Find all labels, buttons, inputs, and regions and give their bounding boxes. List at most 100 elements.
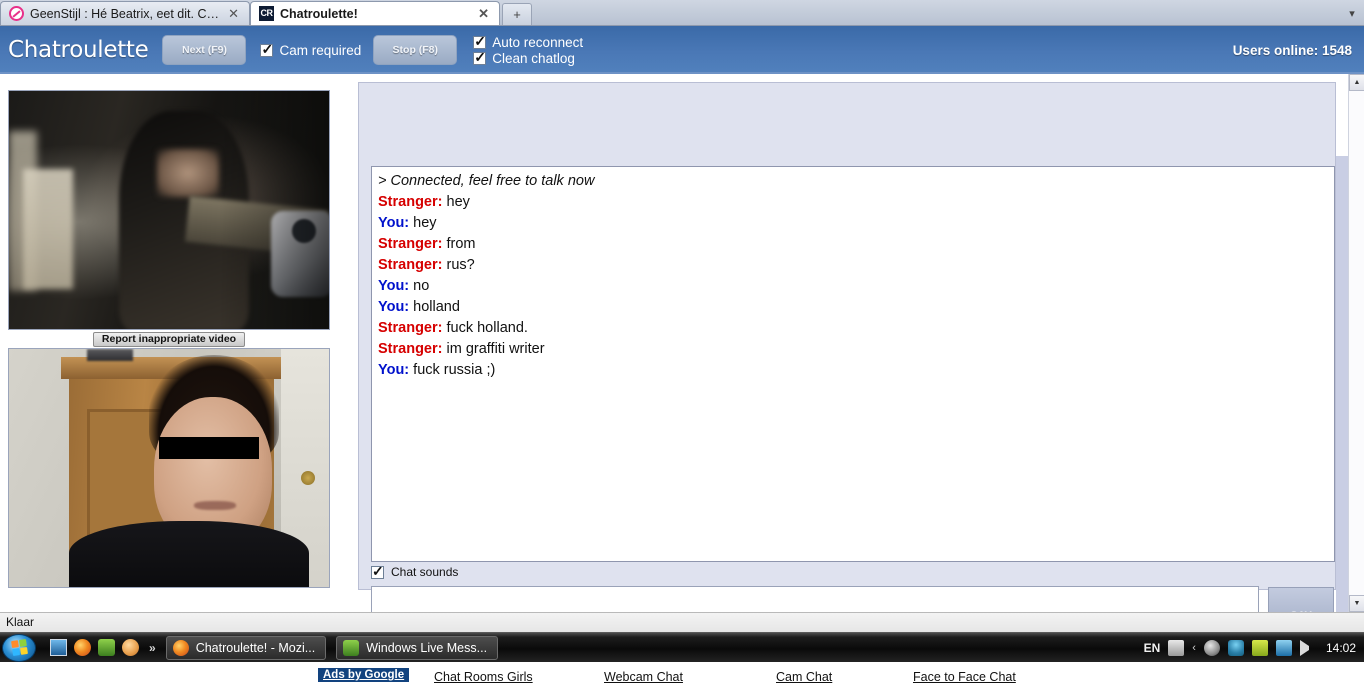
- ad-link-face-to-face-chat[interactable]: Face to Face Chat: [913, 670, 1016, 684]
- stranger-video-vignette: [219, 91, 329, 329]
- scrollbar-track[interactable]: [1349, 91, 1364, 595]
- volume-icon[interactable]: [1299, 639, 1316, 656]
- chat-system-text: > Connected, feel free to talk now: [378, 173, 595, 189]
- chat-author: Stranger:: [378, 236, 443, 252]
- ad-link-webcam-chat[interactable]: Webcam Chat: [604, 670, 683, 684]
- tab-list-menu-button[interactable]: ▾: [1340, 3, 1364, 25]
- windows-live-messenger-icon: [343, 639, 360, 656]
- chat-sounds-label: Chat sounds: [391, 565, 459, 579]
- windows-live-messenger-icon[interactable]: [98, 639, 115, 656]
- system-tray: EN ‹ 14:02: [1144, 639, 1364, 656]
- chat-author: Stranger:: [378, 194, 443, 210]
- panel-gutter: [1336, 156, 1348, 656]
- stranger-video: [8, 90, 330, 330]
- chat-log[interactable]: > Connected, feel free to talk now Stran…: [371, 166, 1335, 562]
- chat-sounds-checkbox[interactable]: Chat sounds: [371, 563, 1335, 581]
- own-webcam-video: [8, 348, 330, 588]
- chat-message: You: fuck russia ;): [378, 360, 1328, 381]
- checkbox-icon[interactable]: [473, 33, 487, 49]
- taskbar-clock[interactable]: 14:02: [1326, 641, 1356, 655]
- taskbar-button-label: Chatroulette! - Mozi...: [195, 640, 316, 655]
- ad-link-cam-chat[interactable]: Cam Chat: [776, 670, 832, 684]
- stranger-video-face: [157, 149, 219, 197]
- keyboard-icon[interactable]: [1168, 639, 1185, 656]
- clean-chatlog-label: Clean chatlog: [492, 50, 575, 66]
- webcam-door-knob: [301, 471, 315, 485]
- chat-author: Stranger:: [378, 257, 443, 273]
- browser-tab-strip: GeenStijl : Hé Beatrix, eet dit. Chatro.…: [0, 0, 1364, 26]
- show-desktop-icon[interactable]: [50, 639, 67, 656]
- windows-taskbar: » Chatroulette! - Mozi... Windows Live M…: [0, 632, 1364, 662]
- checkbox-icon[interactable]: [260, 41, 274, 57]
- stop-button[interactable]: Stop (F8): [373, 35, 458, 65]
- ads-by-google-badge[interactable]: Ads by Google: [318, 668, 410, 682]
- checkbox-icon[interactable]: [473, 49, 487, 65]
- page-content: Report inappropriate video > Connected, …: [0, 74, 1348, 684]
- power-icon[interactable]: [1251, 639, 1268, 656]
- chat-message: > Connected, feel free to talk now: [378, 171, 1328, 192]
- browser-status-bar: Klaar: [0, 612, 1364, 632]
- scroll-up-icon[interactable]: ▲: [1349, 74, 1364, 91]
- censor-bar: [159, 437, 259, 459]
- chat-text: hey: [446, 194, 470, 210]
- chat-author: You:: [378, 299, 410, 315]
- report-inappropriate-video-button[interactable]: Report inappropriate video: [92, 331, 246, 347]
- taskbar-button-firefox[interactable]: Chatroulette! - Mozi...: [165, 635, 327, 660]
- header-options-group: Auto reconnect Clean chatlog: [473, 33, 583, 66]
- stranger-video-window: [23, 169, 73, 289]
- chatroulette-icon: CR: [259, 6, 274, 21]
- chat-message: You: holland: [378, 297, 1328, 318]
- windows-logo-icon: [10, 639, 28, 656]
- browser-tab-geenstijl[interactable]: GeenStijl : Hé Beatrix, eet dit. Chatro.…: [0, 1, 250, 25]
- chat-message: Stranger: hey: [378, 192, 1328, 213]
- chat-message: Stranger: rus?: [378, 255, 1328, 276]
- browser-scrollbar[interactable]: ▲ ▼: [1348, 74, 1364, 612]
- browser-tab-chatroulette[interactable]: CR Chatroulette! ✕: [250, 1, 500, 25]
- firefox-icon[interactable]: [74, 639, 91, 656]
- show-hidden-icons-arrow[interactable]: ‹: [1192, 642, 1196, 654]
- chat-text: hey: [413, 215, 437, 231]
- messenger-contact-icon[interactable]: [1227, 639, 1244, 656]
- next-button[interactable]: Next (F9): [162, 35, 247, 65]
- quick-launch-bar: »: [50, 639, 156, 656]
- chatroulette-header: Chatroulette Next (F9) Cam required Stop…: [0, 26, 1364, 74]
- chat-author: You:: [378, 278, 410, 294]
- chat-text: holland: [413, 299, 460, 315]
- close-icon[interactable]: ✕: [476, 7, 491, 20]
- chat-text: no: [413, 278, 430, 294]
- chat-author: Stranger:: [378, 320, 443, 336]
- taskbar-button-messenger[interactable]: Windows Live Mess...: [336, 635, 499, 660]
- checkbox-icon[interactable]: [371, 563, 384, 579]
- chat-author: You:: [378, 362, 410, 378]
- chat-message: Stranger: im graffiti writer: [378, 339, 1328, 360]
- close-icon[interactable]: ✕: [226, 7, 241, 20]
- peach-app-icon[interactable]: [122, 639, 139, 656]
- cam-required-label: Cam required: [279, 42, 362, 58]
- start-button[interactable]: [2, 633, 36, 662]
- chat-author: You:: [378, 215, 410, 231]
- geenstijl-icon: [9, 6, 24, 21]
- cam-required-checkbox[interactable]: Cam required: [260, 41, 362, 58]
- chatroulette-logo: Chatroulette: [8, 37, 149, 63]
- page-body: Report inappropriate video > Connected, …: [0, 74, 1364, 684]
- chat-message: You: no: [378, 276, 1328, 297]
- new-tab-button[interactable]: +: [502, 3, 532, 25]
- overflow-chevron-icon[interactable]: »: [149, 641, 156, 655]
- clean-chatlog-checkbox[interactable]: Clean chatlog: [473, 49, 583, 66]
- chat-text: from: [446, 236, 476, 252]
- users-online-counter: Users online: 1548: [1232, 42, 1352, 58]
- scroll-down-icon[interactable]: ▼: [1349, 595, 1364, 612]
- webcam-clutter: [87, 349, 133, 361]
- webcam-person-mouth: [194, 501, 236, 510]
- chat-text: rus?: [446, 257, 475, 273]
- ad-link-chat-rooms-girls[interactable]: Chat Rooms Girls: [434, 670, 533, 684]
- report-bar: Report inappropriate video: [8, 330, 330, 348]
- auto-reconnect-checkbox[interactable]: Auto reconnect: [473, 33, 583, 50]
- chat-text: fuck holland.: [446, 320, 528, 336]
- chat-author: Stranger:: [378, 341, 443, 357]
- steam-icon[interactable]: [1203, 639, 1220, 656]
- network-icon[interactable]: [1275, 639, 1292, 656]
- browser-tab-title: GeenStijl : Hé Beatrix, eet dit. Chatro.…: [30, 6, 221, 21]
- firefox-icon: [172, 639, 189, 656]
- language-indicator[interactable]: EN: [1144, 641, 1161, 655]
